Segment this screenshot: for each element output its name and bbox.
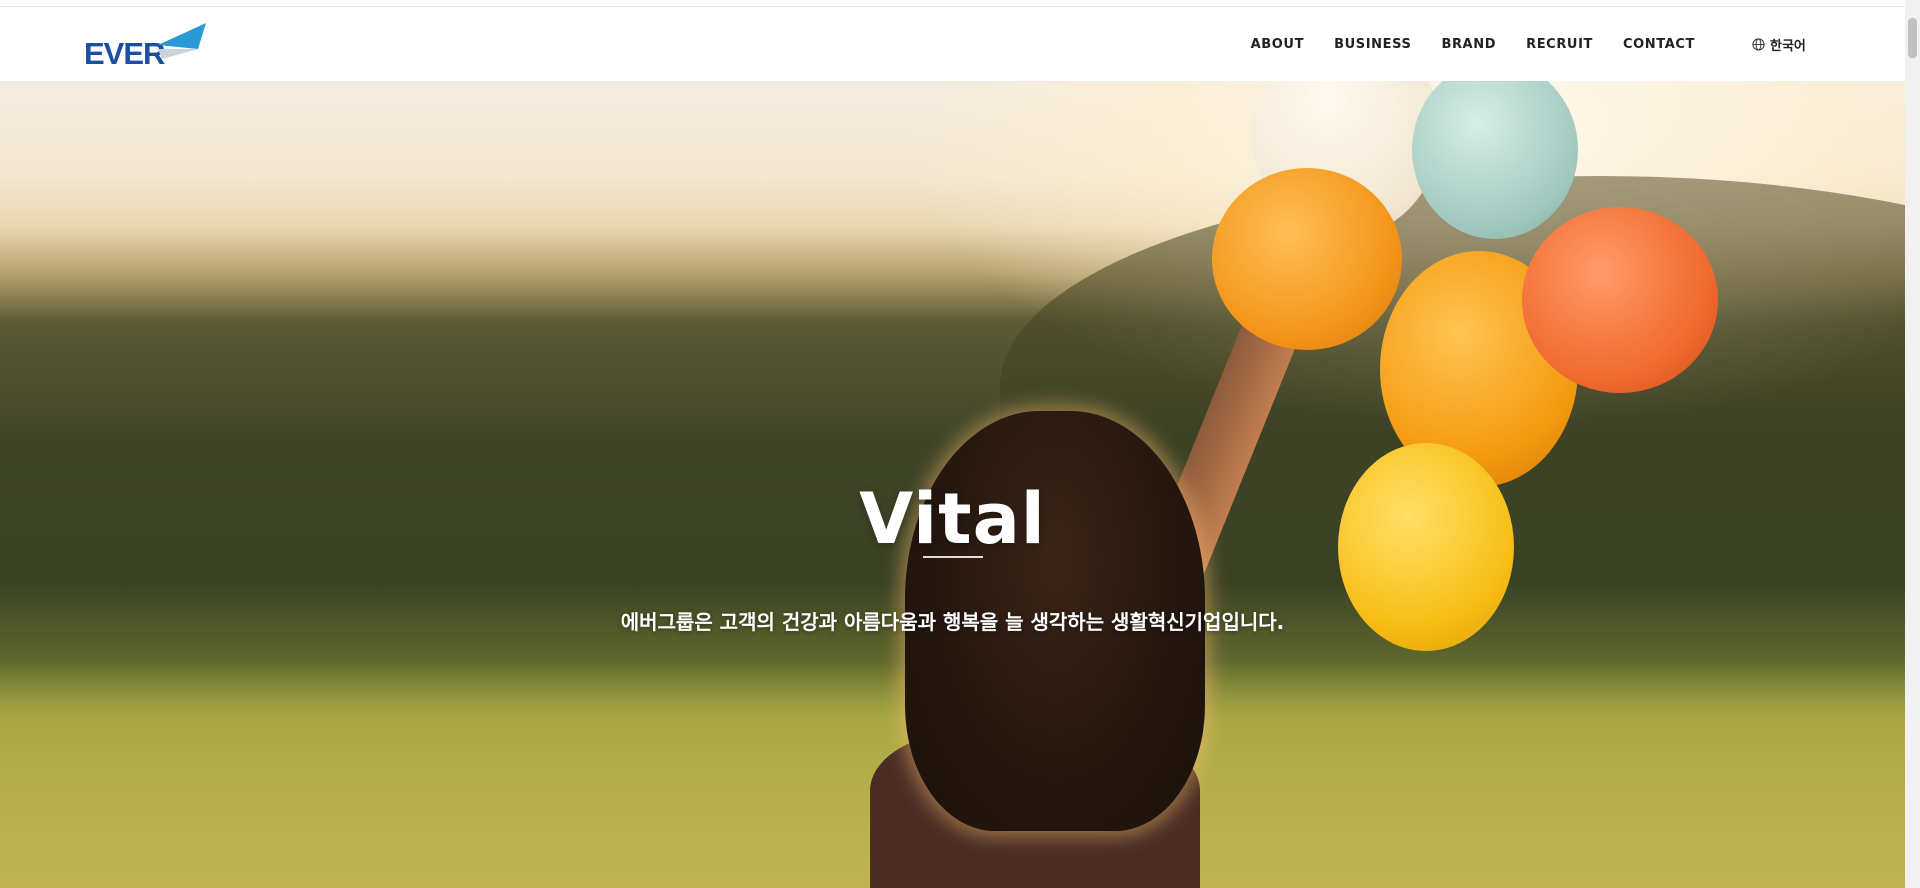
hero-banner: Vital 에버그룹은 고객의 건강과 아름다움과 행복을 늘 생각하는 생활혁… (0, 81, 1905, 888)
nav-about[interactable]: ABOUT (1251, 37, 1304, 52)
logo-text: EVER (84, 36, 165, 71)
nav-business[interactable]: BUSINESS (1334, 37, 1411, 52)
hero-subtitle: 에버그룹은 고객의 건강과 아름다움과 행복을 늘 생각하는 생활혁신기업입니다… (620, 610, 1285, 634)
logo-swoosh-icon (158, 23, 206, 59)
vertical-scrollbar[interactable] (1905, 0, 1920, 888)
globe-icon (1752, 37, 1765, 51)
nav-recruit[interactable]: RECRUIT (1526, 37, 1593, 52)
language-label: 한국어 (1770, 38, 1806, 54)
language-selector[interactable]: 한국어 (1752, 7, 1806, 81)
main-nav: ABOUT BUSINESS BRAND RECRUIT CONTACT (1251, 7, 1695, 81)
balloon-orange-left (1212, 168, 1402, 350)
balloon-red (1522, 207, 1718, 393)
nav-contact[interactable]: CONTACT (1623, 37, 1695, 52)
scrollbar-thumb[interactable] (1908, 18, 1917, 58)
hero-title: Vital (859, 477, 1046, 560)
page: EVER ABOUT BUSINESS BRAND RECRUIT CONTAC… (0, 0, 1920, 888)
hero-divider (923, 556, 983, 558)
site-header: EVER ABOUT BUSINESS BRAND RECRUIT CONTAC… (0, 7, 1905, 81)
ever-logo[interactable]: EVER (84, 23, 206, 69)
nav-brand[interactable]: BRAND (1441, 37, 1496, 52)
